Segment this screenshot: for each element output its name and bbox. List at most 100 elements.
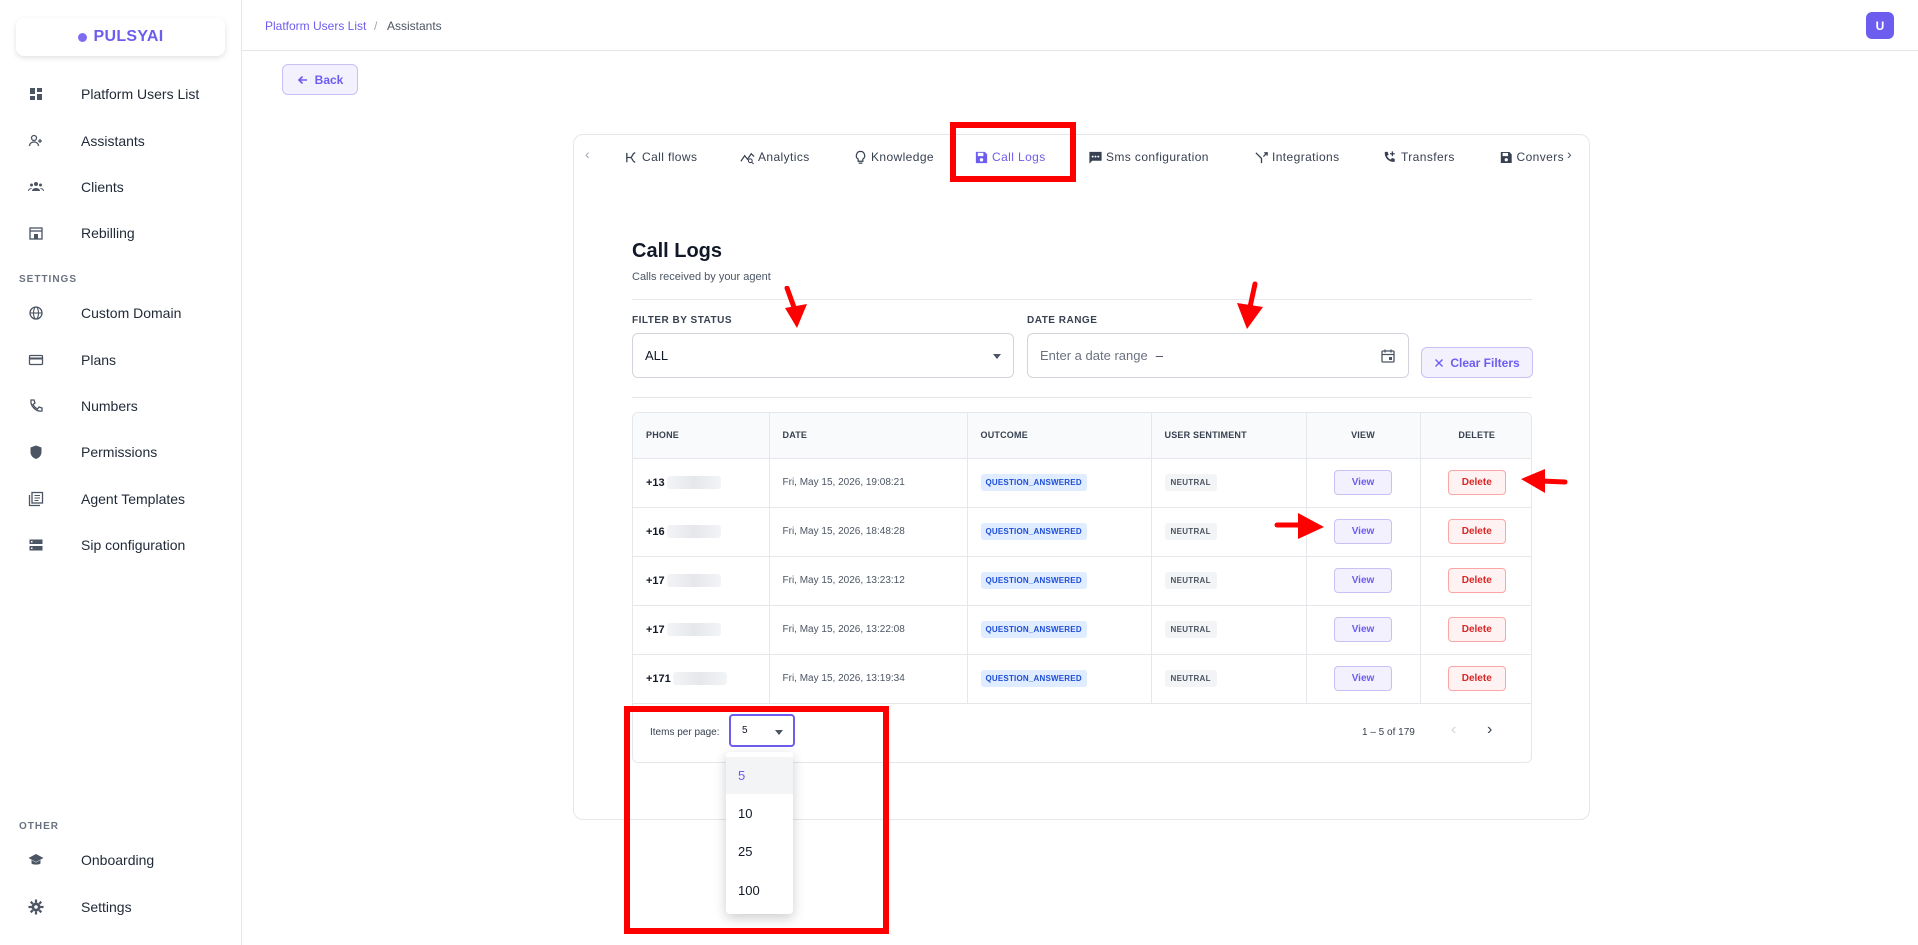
tab-label: Sms configuration [1106,150,1209,164]
phone-forward-icon [1384,150,1395,162]
sentiment-badge: NEUTRAL [1164,474,1217,491]
sidebar-item-sip-configuration[interactable]: Sip configuration [0,525,242,565]
annotation-arrow-right-icon [1274,513,1324,539]
outcome-badge: QUESTION_ANSWERED [980,670,1087,687]
delete-button[interactable]: Delete [1447,470,1506,495]
back-button[interactable]: Back [282,64,358,95]
tab-sms-configuration[interactable]: Sms configuration [1088,147,1209,167]
groups-icon [28,182,44,192]
sidebar-item-label: Sip configuration [81,537,186,553]
lightbulb-icon [855,150,866,164]
tabs-scroll-right-icon[interactable]: › [1567,146,1572,162]
date-cell: Fri, May 15, 2026, 19:08:21 [769,458,968,508]
tab-label: Integrations [1272,150,1340,164]
sidebar-item-rebilling[interactable]: Rebilling [0,213,242,253]
view-button[interactable]: View [1334,568,1392,593]
phone-cell: +17 [646,574,769,587]
phone-icon [30,399,43,412]
arrow-left-icon [297,75,307,84]
filter-status-label: FILTER BY STATUS [632,315,733,326]
next-page-icon[interactable]: › [1487,721,1492,739]
tab-integrations[interactable]: Integrations [1254,147,1340,167]
date-range-placeholder: Enter a date range [1040,348,1148,363]
tabs-scroll-left-icon[interactable]: ‹ [585,146,590,162]
sidebar-item-numbers[interactable]: Numbers [0,386,242,426]
sidebar-item-custom-domain[interactable]: Custom Domain [0,293,242,333]
delete-button[interactable]: Delete [1447,666,1506,691]
back-button-label: Back [314,72,344,87]
column-header-phone: PHONE [633,413,770,459]
close-icon [1435,358,1444,367]
column-header-user-sentiment: USER SENTIMENT [1151,413,1307,459]
outcome-badge: QUESTION_ANSWERED [980,523,1087,540]
dashboard-icon [30,88,42,100]
tab-call-flows[interactable]: Call flows [624,147,697,167]
breadcrumb-separator: / [374,19,378,33]
clear-filters-button[interactable]: Clear Filters [1421,347,1533,378]
sidebar-item-onboarding[interactable]: Onboarding [0,840,242,880]
tab-label: Call flows [642,150,698,164]
table-header-row: PHONE DATE OUTCOME USER SENTIMENT VIEW D… [633,413,1531,459]
sidebar-item-plans[interactable]: Plans [0,340,242,380]
sidebar-item-settings[interactable]: Settings [0,887,242,927]
highlight-box-items-per-page [624,706,889,934]
save-icon [1500,151,1512,163]
gear-icon [28,899,44,915]
logo[interactable]: PULSYAI [16,18,225,56]
status-filter-select[interactable]: ALL [632,333,1014,378]
column-header-view: VIEW [1306,413,1421,459]
delete-button[interactable]: Delete [1447,617,1506,642]
view-button[interactable]: View [1334,666,1392,691]
sidebar-item-label: Numbers [81,398,138,414]
sentiment-badge: NEUTRAL [1164,621,1217,638]
view-button[interactable]: View [1334,617,1392,642]
delete-button[interactable]: Delete [1447,568,1506,593]
table-row: +13 Fri, May 15, 2026, 19:08:21 QUESTION… [633,458,1531,508]
sidebar-item-label: Rebilling [81,225,135,241]
table-row: +17 Fri, May 15, 2026, 13:23:12 QUESTION… [633,556,1531,606]
phone-number: +17 [646,623,665,636]
view-button[interactable]: View [1334,470,1392,495]
column-header-outcome: OUTCOME [967,413,1152,459]
sidebar-item-assistants[interactable]: Assistants [0,121,242,161]
outcome-badge: QUESTION_ANSWERED [980,621,1087,638]
sidebar-item-permissions[interactable]: Permissions [0,432,242,472]
column-header-date: DATE [769,413,968,459]
date-range-input[interactable]: Enter a date range – [1027,333,1409,378]
sidebar-item-label: Platform Users List [81,86,200,102]
view-button[interactable]: View [1334,519,1392,544]
redacted-phone [666,476,721,489]
sidebar-item-label: Onboarding [81,852,155,868]
call-flows-icon [626,151,636,163]
breadcrumb-link-platform-users-list[interactable]: Platform Users List [265,19,366,33]
tab-knowledge[interactable]: Knowledge [853,147,934,167]
tab-label: Convers [1516,150,1564,164]
tab-analytics[interactable]: Analytics [740,147,810,167]
sidebar-item-platform-users-list[interactable]: Platform Users List [0,74,242,114]
storefront-icon [29,227,43,240]
settings-section-label: SETTINGS [19,274,78,285]
chevron-down-icon [993,354,1001,359]
sidebar-item-agent-templates[interactable]: Agent Templates [0,479,242,519]
tab-transfers[interactable]: Transfers [1383,147,1455,167]
date-range-separator: – [1155,348,1163,363]
date-cell: Fri, May 15, 2026, 13:22:08 [769,605,968,655]
table-row: +171 Fri, May 15, 2026, 13:19:34 QUESTIO… [633,654,1531,704]
sidebar-item-clients[interactable]: Clients [0,167,242,207]
tab-conversations[interactable]: Convers [1499,147,1564,167]
phone-number: +13 [646,476,665,489]
sentiment-badge: NEUTRAL [1164,572,1217,589]
calendar-icon[interactable] [1380,348,1396,364]
delete-button[interactable]: Delete [1447,519,1506,544]
sentiment-badge: NEUTRAL [1164,670,1217,687]
topbar: Platform Users List / Assistants U [242,0,1918,51]
avatar[interactable]: U [1866,12,1894,39]
logo-dot-icon [77,32,87,42]
sidebar-item-label: Custom Domain [81,305,182,321]
redacted-phone [666,574,721,587]
divider [632,397,1532,398]
previous-page-icon[interactable]: ‹ [1451,721,1456,739]
table-row: +16 Fri, May 15, 2026, 18:48:28 QUESTION… [633,507,1531,557]
column-header-delete: DELETE [1420,413,1531,459]
sidebar-item-label: Agent Templates [81,491,186,507]
